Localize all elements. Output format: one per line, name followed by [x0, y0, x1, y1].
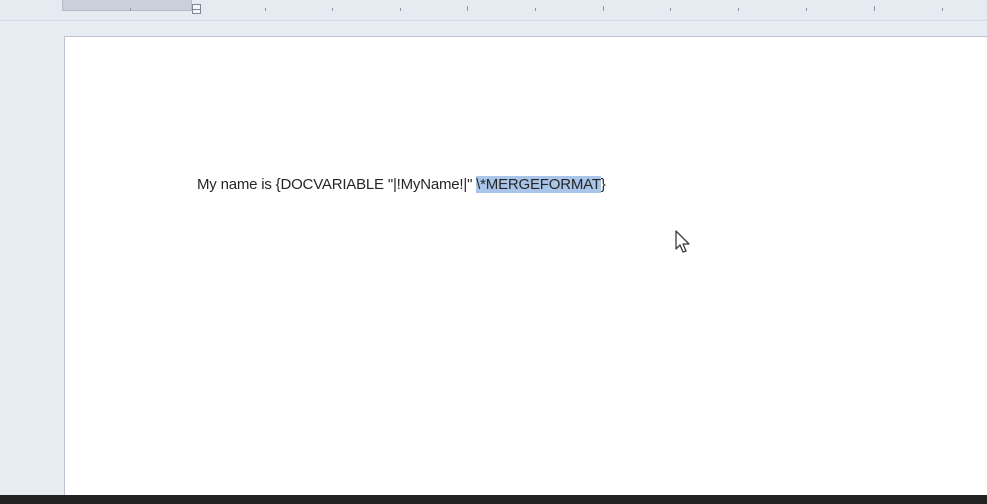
ruler-left-margin[interactable] [62, 0, 192, 11]
ruler-tick [670, 8, 671, 11]
ruler-tick [535, 8, 536, 11]
ruler-tick [874, 6, 875, 11]
indent-marker-icon[interactable] [192, 4, 201, 14]
field-code-text[interactable]: My name is {DOCVARIABLE "|!MyName!|" [197, 176, 476, 193]
ruler-tick [265, 8, 266, 11]
ruler-tick [400, 8, 401, 11]
mouse-pointer-icon [675, 230, 690, 253]
ruler-tick [603, 6, 604, 11]
bottom-edge-bar [0, 495, 987, 504]
ruler-tick [806, 8, 807, 11]
horizontal-ruler[interactable] [0, 0, 987, 21]
ruler-tick [467, 6, 468, 11]
ruler-tick [130, 8, 131, 11]
ruler-tick [738, 8, 739, 11]
ruler-tick [942, 8, 943, 11]
left-gutter [0, 21, 62, 495]
ruler-tick [332, 8, 333, 11]
document-text-line[interactable]: My name is {DOCVARIABLE "|!MyName!|" \*M… [197, 176, 606, 193]
selected-text[interactable]: \*MERGEFORMAT [476, 176, 601, 193]
document-page[interactable] [64, 36, 987, 497]
field-code-closing-brace[interactable]: } [601, 176, 606, 193]
